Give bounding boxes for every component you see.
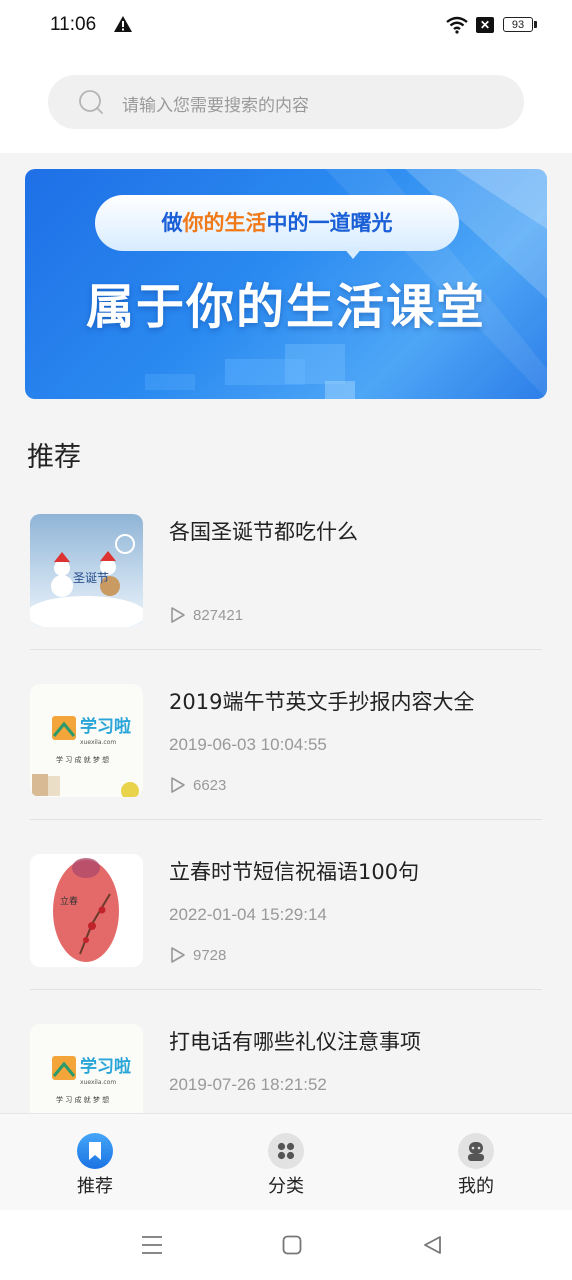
section-title: 推荐 (27, 442, 81, 473)
list-item[interactable]: 学习啦 xuexila.com 学 习 成 就 梦 想 2019端午节英文手抄报… (0, 684, 572, 854)
article-date: 2019-06-03 10:04:55 (169, 735, 327, 754)
status-time: 11:06 (50, 14, 97, 35)
play-icon (171, 777, 185, 793)
warning-icon (114, 16, 132, 32)
view-count-value: 6623 (193, 777, 227, 794)
divider (30, 819, 542, 820)
tab-recommend[interactable]: 推荐 (35, 1114, 155, 1210)
battery-indicator: 93 (503, 17, 533, 32)
search-placeholder: 请输入您需要搜索的内容 (122, 96, 309, 116)
view-count-value: 827421 (193, 607, 244, 624)
divider (30, 649, 542, 650)
bottom-tab-bar: 推荐 分类 我的 (0, 1113, 572, 1210)
spring-text: 立春 (60, 895, 78, 907)
brand-slogan: 学 习 成 就 梦 想 (56, 755, 109, 764)
back-icon[interactable] (422, 1235, 442, 1255)
tagline-part1: 做 (161, 211, 183, 235)
play-icon (171, 947, 185, 963)
christmas-image: 圣诞节 (30, 534, 143, 627)
status-bar: 11:06 ✕ 93 (0, 0, 572, 52)
play-icon (171, 607, 185, 623)
search-icon (79, 90, 103, 114)
battery-tip (534, 21, 537, 28)
list-item[interactable]: 圣诞节 各国圣诞节都吃什么 827421 (0, 514, 572, 684)
christmas-text: 圣诞节 (73, 571, 109, 585)
brand-url: xuexila.com (80, 1079, 116, 1086)
wifi-icon (446, 16, 468, 34)
tab-category[interactable]: 分类 (226, 1114, 346, 1210)
article-title: 各国圣诞节都吃什么 (169, 520, 358, 544)
list-item[interactable]: 立春 立春时节短信祝福语100句 2022-01-04 15:29:14 972… (0, 854, 572, 1024)
tab-label: 推荐 (77, 1176, 113, 1197)
brand-slogan: 学 习 成 就 梦 想 (56, 1095, 109, 1104)
banner-headline: 属于你的生活课堂 (85, 279, 486, 335)
search-input[interactable]: 请输入您需要搜索的内容 (48, 75, 524, 129)
tagline-pointer (343, 247, 363, 259)
article-thumbnail: 圣诞节 (30, 514, 143, 627)
promo-banner[interactable]: 做你的生活中的一道曙光 属于你的生活课堂 (25, 169, 547, 399)
article-title: 立春时节短信祝福语100句 (169, 860, 420, 884)
article-thumbnail: 立春 (30, 854, 143, 967)
notification-x-icon: ✕ (476, 17, 494, 33)
brand-url: xuexila.com (80, 739, 116, 746)
system-nav-bar (0, 1210, 572, 1280)
spring-image: 立春 (53, 858, 119, 962)
search-area: 请输入您需要搜索的内容 (0, 52, 572, 153)
grid-icon (268, 1133, 304, 1169)
tab-profile[interactable]: 我的 (416, 1114, 536, 1210)
menu-icon[interactable] (141, 1234, 163, 1256)
article-date: 2019-07-26 18:21:52 (169, 1075, 327, 1094)
view-count-value: 9728 (193, 947, 227, 964)
bookmark-icon (77, 1133, 113, 1169)
brand-text: 学习啦 (80, 716, 131, 737)
profile-icon (458, 1133, 494, 1169)
brand-image: 学习啦 xuexila.com 学 习 成 就 梦 想 (32, 716, 139, 797)
tagline-highlight: 你的生活 (182, 211, 267, 235)
divider (30, 989, 542, 990)
tab-label: 我的 (458, 1176, 494, 1197)
banner-tagline: 做你的生活中的一道曙光 (95, 195, 459, 251)
brand-text: 学习啦 (80, 1056, 131, 1077)
article-date: 2022-01-04 15:29:14 (169, 905, 327, 924)
article-thumbnail: 学习啦 xuexila.com 学 习 成 就 梦 想 (30, 684, 143, 797)
tab-label: 分类 (268, 1176, 304, 1197)
tagline-part3: 中的一道曙光 (266, 211, 393, 235)
home-icon[interactable] (282, 1235, 302, 1255)
article-title: 2019端午节英文手抄报内容大全 (169, 690, 475, 714)
article-title: 打电话有哪些礼仪注意事项 (169, 1030, 421, 1054)
